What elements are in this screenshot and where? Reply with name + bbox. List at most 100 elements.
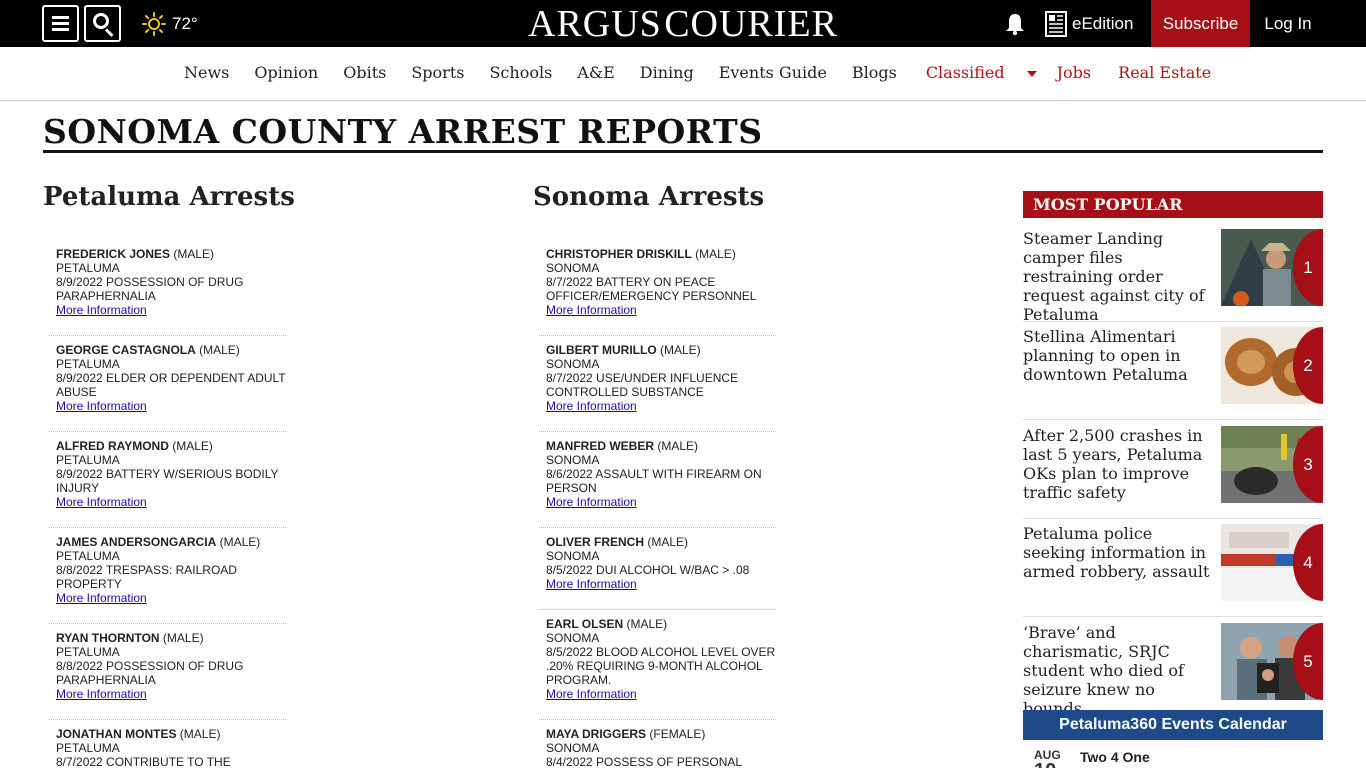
arrest-item: MANFRED WEBER (MALE) SONOMA 8/6/2022 ASS…	[539, 432, 776, 528]
arrest-gender: (MALE)	[660, 343, 701, 357]
arrest-name: FREDERICK JONES	[56, 247, 171, 261]
eedition-label: eEdition	[1072, 14, 1134, 33]
arrest-gender: (MALE)	[199, 343, 240, 357]
title-divider	[43, 150, 1323, 153]
arrest-item: EARL OLSEN (MALE) SONOMA 8/5/2022 BLOOD …	[539, 610, 776, 720]
arrest-name: MAYA DRIGGERS	[546, 727, 647, 741]
more-information-link[interactable]: More Information	[56, 591, 147, 605]
popular-story-title[interactable]: ‘Brave’ and charismatic, SRJC student wh…	[1023, 623, 1213, 718]
arrest-name: OLIVER FRENCH	[546, 535, 645, 549]
arrest-city: SONOMA	[546, 453, 600, 467]
nav-events-guide[interactable]: Events Guide	[719, 63, 827, 82]
arrest-charge: 8/9/2022 BATTERY W/SERIOUS BODILY INJURY	[56, 467, 279, 495]
nav-classified[interactable]: Classified	[926, 63, 1037, 82]
logo-text-right: COURIER	[664, 3, 838, 45]
arrest-item: CHRISTOPHER DRISKILL (MALE) SONOMA 8/7/2…	[539, 240, 776, 336]
popular-story-thumbnail[interactable]: 1	[1221, 229, 1323, 306]
arrest-name: RYAN THORNTON	[56, 631, 160, 645]
arrest-gender: (MALE)	[162, 631, 204, 645]
arrest-charge: 8/8/2022 POSSESSION OF DRUG PARAPHERNALI…	[56, 659, 244, 687]
arrest-person: JAMES ANDERSONGARCIA (MALE)	[56, 535, 286, 549]
more-information-link[interactable]: More Information	[56, 687, 147, 701]
nav-news[interactable]: News	[184, 63, 229, 82]
arrest-person: MANFRED WEBER (MALE)	[546, 439, 776, 453]
arrest-person: FREDERICK JONES (MALE)	[56, 247, 286, 261]
arrest-person: GILBERT MURILLO (MALE)	[546, 343, 776, 357]
eedition-link[interactable]: eEdition	[1045, 10, 1133, 38]
arrest-item: MAYA DRIGGERS (FEMALE) SONOMA 8/4/2022 P…	[539, 720, 776, 768]
popular-story-thumbnail[interactable]: 3	[1221, 426, 1323, 503]
nav-jobs[interactable]: Jobs	[1057, 63, 1092, 82]
nav-obits[interactable]: Obits	[343, 63, 386, 82]
arrest-charge: 8/5/2022 DUI ALCOHOL W/BAC > .08	[546, 563, 750, 577]
petaluma-arrest-list: FREDERICK JONES (MALE) PETALUMA 8/9/2022…	[49, 240, 286, 768]
popular-story-thumbnail[interactable]: 2	[1221, 327, 1323, 404]
popular-story-title[interactable]: Steamer Landing camper files restraining…	[1023, 229, 1213, 324]
popular-story[interactable]: After 2,500 crashes in last 5 years, Pet…	[1023, 426, 1323, 519]
popular-story-title[interactable]: Stellina Alimentari planning to open in …	[1023, 327, 1213, 384]
events-calendar-heading[interactable]: Petaluma360 Events Calendar	[1023, 710, 1323, 740]
nav-dining[interactable]: Dining	[640, 63, 694, 82]
popular-story-title[interactable]: Petaluma police seeking information in a…	[1023, 524, 1213, 581]
more-information-link[interactable]: More Information	[546, 303, 637, 317]
arrest-city: SONOMA	[546, 357, 600, 371]
popular-story[interactable]: Stellina Alimentari planning to open in …	[1023, 327, 1323, 420]
nav-blogs[interactable]: Blogs	[852, 63, 897, 82]
arrest-name: CHRISTOPHER DRISKILL	[546, 247, 692, 261]
arrest-gender: (MALE)	[219, 535, 261, 549]
nav-ae[interactable]: A&E	[577, 63, 614, 82]
event-day: 10	[1034, 760, 1056, 768]
subscribe-button[interactable]: Subscribe	[1151, 0, 1250, 47]
popular-story[interactable]: Petaluma police seeking information in a…	[1023, 524, 1323, 617]
popular-story-thumbnail[interactable]: 5	[1221, 623, 1323, 700]
event-title[interactable]: Two 4 One	[1080, 749, 1150, 765]
nav-schools[interactable]: Schools	[489, 63, 552, 82]
nav-sports[interactable]: Sports	[411, 63, 464, 82]
arrest-city: PETALUMA	[56, 741, 120, 755]
more-information-link[interactable]: More Information	[56, 303, 147, 317]
arrest-name: JONATHAN MONTES	[56, 727, 177, 741]
popular-story-thumbnail[interactable]: 4	[1221, 524, 1323, 601]
more-information-link[interactable]: More Information	[56, 399, 147, 413]
arrest-city: PETALUMA	[56, 549, 120, 563]
arrest-item: OLIVER FRENCH (MALE) SONOMA 8/5/2022 DUI…	[539, 528, 776, 610]
arrest-item: JONATHAN MONTES (MALE) PETALUMA 8/7/2022…	[49, 720, 286, 768]
arrest-name: JAMES ANDERSONGARCIA	[56, 535, 217, 549]
arrest-person: MAYA DRIGGERS (FEMALE)	[546, 727, 776, 741]
popular-story-title[interactable]: After 2,500 crashes in last 5 years, Pet…	[1023, 426, 1213, 502]
arrest-gender: (MALE)	[173, 247, 215, 261]
menu-button[interactable]	[42, 5, 79, 42]
weather-widget[interactable]: 72°	[142, 11, 198, 37]
popular-story[interactable]: ‘Brave’ and charismatic, SRJC student wh…	[1023, 623, 1323, 718]
arrest-charge: 8/6/2022 ASSAULT WITH FIREARM ON PERSON	[546, 467, 762, 495]
site-logo[interactable]: ARGUS COURIER	[528, 3, 838, 45]
arrest-charge: 8/9/2022 POSSESSION OF DRUG PARAPHERNALI…	[56, 275, 244, 303]
more-information-link[interactable]: More Information	[56, 495, 147, 509]
arrest-city: SONOMA	[546, 741, 600, 755]
arrest-city: PETALUMA	[56, 453, 120, 467]
more-information-link[interactable]: More Information	[546, 687, 637, 701]
hamburger-icon	[52, 16, 69, 19]
arrest-gender: (MALE)	[657, 439, 699, 453]
hamburger-icon-line	[52, 28, 69, 31]
nav-classified-label: Classified	[925, 63, 1005, 82]
arrest-charge: 8/9/2022 ELDER OR DEPENDENT ADULT ABUSE	[56, 371, 286, 399]
nav-real-estate[interactable]: Real Estate	[1118, 63, 1211, 82]
nav-opinion[interactable]: Opinion	[254, 63, 318, 82]
more-information-link[interactable]: More Information	[546, 399, 637, 413]
popular-story[interactable]: Steamer Landing camper files restraining…	[1023, 229, 1323, 324]
sonoma-arrests-heading: Sonoma Arrests	[533, 182, 765, 212]
top-bar: 72° ARGUS COURIER eEdition Subscribe Log…	[0, 0, 1366, 47]
arrest-person: CHRISTOPHER DRISKILL (MALE)	[546, 247, 776, 261]
arrest-charge: 8/4/2022 POSSESS OF PERSONAL	[546, 755, 743, 768]
arrest-name: ALFRED RAYMOND	[56, 439, 169, 453]
more-information-link[interactable]: More Information	[546, 577, 637, 591]
search-button[interactable]	[84, 5, 121, 42]
bell-icon[interactable]	[1003, 12, 1027, 36]
arrest-gender: (MALE)	[172, 439, 213, 453]
arrest-gender: (MALE)	[179, 727, 221, 741]
arrest-charge: 8/7/2022 USE/UNDER INFLUENCE CONTROLLED …	[546, 371, 739, 399]
login-button[interactable]: Log In	[1256, 0, 1320, 47]
more-information-link[interactable]: More Information	[546, 495, 637, 509]
weather-temperature: 72°	[172, 14, 198, 33]
